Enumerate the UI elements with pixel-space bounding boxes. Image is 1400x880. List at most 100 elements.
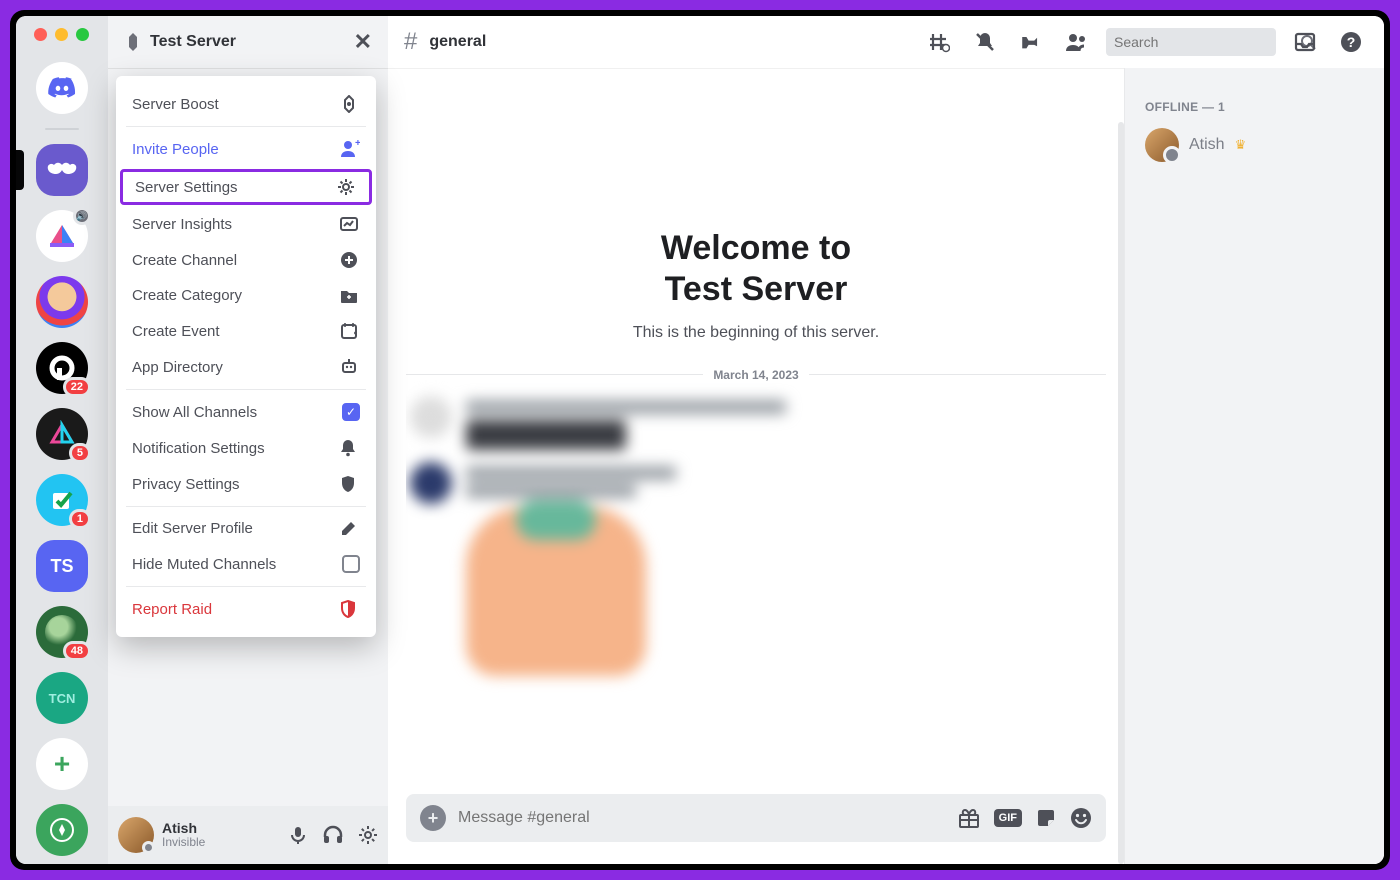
- menu-report-raid[interactable]: Report Raid: [116, 591, 376, 627]
- inbox-icon[interactable]: [1288, 32, 1322, 52]
- server-owner-crown-icon: ♛: [1235, 137, 1247, 153]
- server-check[interactable]: 1: [36, 474, 88, 526]
- server-ts[interactable]: TS: [36, 540, 88, 592]
- server-sail[interactable]: 🔊: [36, 210, 88, 262]
- robot-icon: [340, 358, 360, 376]
- server-title: Test Server: [150, 33, 236, 51]
- close-window-icon[interactable]: [34, 28, 47, 41]
- menu-server-boost[interactable]: Server Boost: [116, 86, 376, 122]
- user-settings-gear-icon[interactable]: [358, 825, 378, 845]
- threads-icon[interactable]: [922, 31, 956, 53]
- server-tcn[interactable]: TCN: [36, 672, 88, 724]
- member-list-icon[interactable]: [1058, 32, 1094, 52]
- member-name: Atish: [1189, 136, 1225, 154]
- menu-label: Invite People: [132, 141, 219, 158]
- attach-plus-icon[interactable]: +: [420, 805, 446, 831]
- gift-icon[interactable]: [958, 808, 980, 828]
- server-face[interactable]: [36, 276, 88, 328]
- svg-text:+: +: [355, 140, 360, 149]
- menu-create-category[interactable]: Create Category: [116, 278, 376, 313]
- menu-label: Create Channel: [132, 252, 237, 269]
- user-info[interactable]: Atish Invisible: [162, 821, 280, 850]
- pencil-icon: [340, 521, 360, 537]
- menu-hide-muted-channels[interactable]: Hide Muted Channels: [116, 546, 376, 582]
- menu-label: Server Settings: [135, 179, 238, 196]
- home-button[interactable]: [36, 62, 88, 114]
- help-icon[interactable]: ?: [1334, 31, 1368, 53]
- checkbox-unchecked-icon: [342, 555, 360, 573]
- server-badge: 1: [69, 509, 91, 529]
- server-boost-gem-icon: [124, 33, 142, 51]
- server-header[interactable]: Test Server ✕: [108, 16, 388, 68]
- menu-create-channel[interactable]: Create Channel: [116, 242, 376, 278]
- menu-invite-people[interactable]: Invite People +: [116, 131, 376, 167]
- minimize-window-icon[interactable]: [55, 28, 68, 41]
- menu-create-event[interactable]: Create Event: [116, 313, 376, 349]
- maximize-window-icon[interactable]: [76, 28, 89, 41]
- server-badge: 5: [69, 443, 91, 463]
- sticker-icon[interactable]: [1036, 808, 1056, 828]
- member-row[interactable]: Atish ♛: [1137, 122, 1372, 168]
- user-panel: Atish Invisible: [108, 806, 388, 864]
- deafen-headphones-icon[interactable]: [322, 825, 344, 845]
- server-badge: 22: [63, 377, 91, 397]
- svg-text:?: ?: [1347, 34, 1356, 50]
- plus-icon: +: [54, 748, 70, 780]
- blurred-messages: [406, 396, 1106, 676]
- server-green[interactable]: 48: [36, 606, 88, 658]
- message-input[interactable]: [458, 809, 946, 827]
- rail-separator: [45, 128, 79, 130]
- member-avatar: [1145, 128, 1179, 162]
- add-server-button[interactable]: +: [36, 738, 88, 790]
- insights-icon: [340, 217, 360, 233]
- explore-button[interactable]: [36, 804, 88, 856]
- menu-edit-server-profile[interactable]: Edit Server Profile: [116, 511, 376, 546]
- menu-server-insights[interactable]: Server Insights: [116, 207, 376, 242]
- menu-label: Server Boost: [132, 96, 219, 113]
- gear-icon: [337, 178, 357, 196]
- menu-label: Create Event: [132, 323, 220, 340]
- channel-header: # general ?: [388, 16, 1384, 68]
- chat-area: Welcome to Test Server This is the begin…: [388, 68, 1124, 864]
- close-icon[interactable]: ✕: [354, 29, 372, 55]
- status-invisible-icon: [142, 841, 155, 854]
- menu-label: Hide Muted Channels: [132, 556, 276, 573]
- menu-label: Privacy Settings: [132, 476, 240, 493]
- folder-plus-icon: [340, 288, 360, 304]
- invite-person-icon: +: [340, 140, 360, 158]
- menu-label: Create Category: [132, 287, 242, 304]
- menu-server-settings[interactable]: Server Settings: [120, 169, 372, 205]
- scrollbar[interactable]: [1118, 122, 1124, 864]
- volume-badge-icon: 🔊: [73, 207, 91, 225]
- menu-app-directory[interactable]: App Directory: [116, 349, 376, 385]
- checkbox-checked-icon: ✓: [342, 403, 360, 421]
- menu-show-all-channels[interactable]: Show All Channels ✓: [116, 394, 376, 430]
- server-triangle[interactable]: 5: [36, 408, 88, 460]
- window-traffic-lights[interactable]: [34, 28, 89, 41]
- emoji-icon[interactable]: [1070, 807, 1092, 829]
- menu-label: Server Insights: [132, 216, 232, 233]
- shield-alert-icon: [340, 600, 360, 618]
- mute-mic-icon[interactable]: [288, 825, 308, 845]
- menu-privacy-settings[interactable]: Privacy Settings: [116, 466, 376, 502]
- member-list: OFFLINE — 1 Atish ♛: [1124, 68, 1384, 864]
- channel-column: Test Server ✕ Server Boost Invite People…: [108, 16, 388, 864]
- user-avatar[interactable]: [118, 817, 154, 853]
- pinned-messages-icon[interactable]: [1014, 32, 1046, 52]
- server-mustache[interactable]: [36, 144, 88, 196]
- main-area: # general ? Welcome to: [388, 16, 1384, 864]
- date-divider: March 14, 2023: [406, 368, 1106, 382]
- user-name: Atish: [162, 821, 280, 836]
- menu-label: Notification Settings: [132, 440, 265, 457]
- shield-icon: [340, 475, 360, 493]
- menu-notification-settings[interactable]: Notification Settings: [116, 430, 376, 466]
- menu-label: Show All Channels: [132, 404, 257, 421]
- notifications-muted-icon[interactable]: [968, 31, 1002, 53]
- server-p[interactable]: 22: [36, 342, 88, 394]
- search-box[interactable]: [1106, 28, 1276, 56]
- gif-icon[interactable]: GIF: [994, 809, 1022, 827]
- search-input[interactable]: [1114, 34, 1295, 50]
- calendar-plus-icon: [340, 322, 360, 340]
- message-composer[interactable]: + GIF: [406, 794, 1106, 842]
- server-badge: 48: [63, 641, 91, 661]
